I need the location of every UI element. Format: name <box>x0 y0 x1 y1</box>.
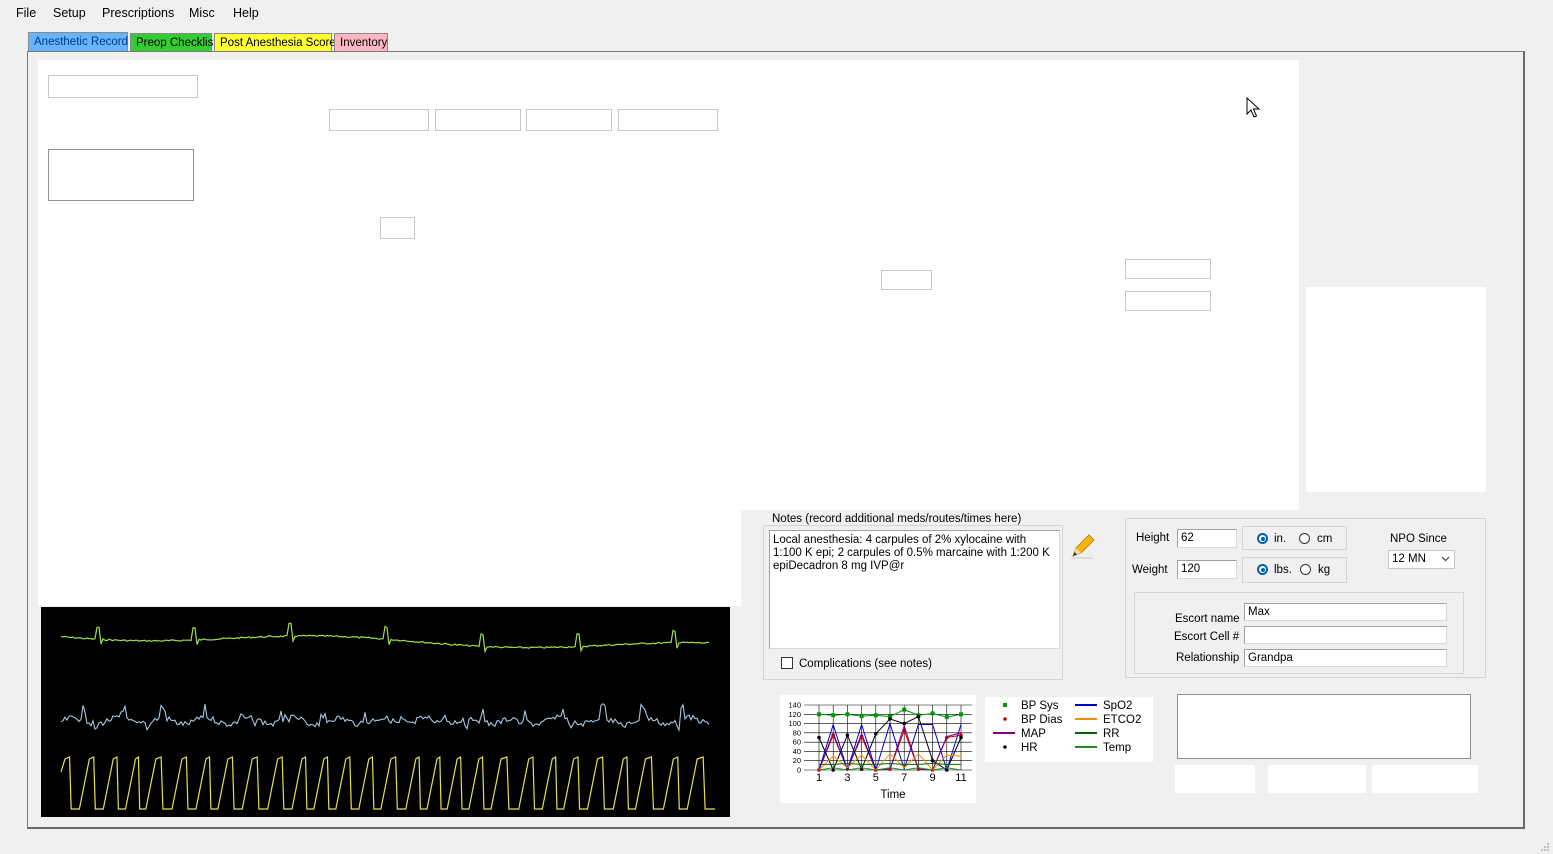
legend-label-map: MAP <box>1021 728 1046 740</box>
legend-label-etco2: ETCO2 <box>1103 714 1141 726</box>
resize-grip-icon[interactable] <box>1540 842 1550 852</box>
escort-name-label: Escort name <box>1175 613 1240 625</box>
point-hr <box>888 717 892 721</box>
chart-legend-items: BP Sys BP Dias MAP HR SpO2 ETCO2 RR Temp <box>993 700 1141 754</box>
legend-label-bp-dias: BP Dias <box>1021 714 1063 726</box>
monitor-waveforms <box>60 622 716 810</box>
point-hr <box>817 735 821 740</box>
legend-marker-bp-dias <box>1003 717 1007 721</box>
blank-panel <box>1372 765 1478 793</box>
y-tick-label: 40 <box>793 747 801 756</box>
x-tick-label: 3 <box>844 772 850 784</box>
point-hr <box>959 735 963 740</box>
point-hr <box>916 714 921 719</box>
legend-label-spo2: SpO2 <box>1103 700 1132 712</box>
y-tick-label: 80 <box>793 728 801 737</box>
complications-checkbox[interactable] <box>781 657 793 669</box>
y-tick-label: 60 <box>793 738 801 747</box>
y-tick-label: 120 <box>788 710 801 719</box>
blank-field[interactable] <box>1125 259 1211 279</box>
point-bp-sys <box>831 713 836 718</box>
x-tick-label: 7 <box>901 772 907 784</box>
y-tick-label: 0 <box>797 766 801 775</box>
tab-post-anesthesia-score[interactable]: Post Anesthesia Score <box>214 33 336 51</box>
chart-legend: BP Sys BP Dias MAP HR SpO2 ETCO2 RR Temp <box>985 697 1153 762</box>
point-hr <box>930 758 935 763</box>
blank-field[interactable] <box>618 109 718 131</box>
menu-bar: File Setup Prescriptions Misc Help <box>0 0 1553 26</box>
point-bp-sys <box>902 707 907 712</box>
blank-field[interactable] <box>380 217 415 239</box>
legend-marker-bp-sys <box>1003 703 1007 707</box>
vitals-chart-area: 0 20 40 60 80 100 120 140 1 3 5 7 9 11 Time <box>780 695 976 803</box>
menu-help[interactable]: Help <box>233 6 259 20</box>
y-tick-label: 100 <box>788 719 801 728</box>
point-hr <box>902 721 906 726</box>
mouse-cursor-icon <box>1246 97 1261 118</box>
record-canvas-lower <box>38 410 741 606</box>
notes-legend: Notes (record additional meds/routes/tim… <box>770 513 1024 525</box>
tab-anesthetic-record[interactable]: Anesthetic Record <box>28 32 128 52</box>
blank-panel <box>1268 765 1366 793</box>
blank-field[interactable] <box>1125 291 1211 311</box>
capnography-waveform <box>60 755 716 810</box>
menu-setup[interactable]: Setup <box>53 6 86 20</box>
menu-file[interactable]: File <box>16 6 36 20</box>
escort-name-input[interactable]: Max <box>1244 603 1447 621</box>
y-tick-label: 140 <box>788 701 801 710</box>
point-hr <box>874 731 878 736</box>
x-tick-label: 11 <box>955 772 966 784</box>
escort-cell-label: Escort Cell # <box>1174 631 1240 643</box>
legend-label-temp: Temp <box>1103 742 1131 754</box>
x-axis-label: Time <box>880 789 905 801</box>
point-bp-sys <box>845 712 850 717</box>
pleth-waveform <box>60 702 710 733</box>
point-bp-sys <box>959 712 963 717</box>
blank-field[interactable] <box>435 109 521 131</box>
point-hr <box>831 768 835 772</box>
point-hr <box>845 733 850 737</box>
x-tick-label: 1 <box>816 772 822 784</box>
notes-text: Local anesthesia: 4 carpules of 2% xyloc… <box>773 534 1050 572</box>
legend-marker-hr <box>1003 745 1007 749</box>
blank-field[interactable] <box>1177 694 1471 759</box>
monitor-display <box>41 607 730 817</box>
blank-field[interactable] <box>48 149 194 201</box>
menu-prescriptions[interactable]: Prescriptions <box>102 6 174 20</box>
legend-label-rr: RR <box>1103 728 1120 740</box>
legend-label-bp-sys: BP Sys <box>1021 700 1059 712</box>
record-canvas-right <box>741 410 1299 510</box>
tab-inventory[interactable]: Inventory <box>334 33 388 51</box>
tab-preop-checklist[interactable]: Preop Checklist <box>130 33 217 51</box>
point-bp-sys <box>873 713 878 718</box>
relationship-label: Relationship <box>1176 652 1240 664</box>
x-tick-label: 9 <box>930 772 936 784</box>
point-bp-sys <box>817 712 821 717</box>
notes-textarea[interactable]: Local anesthesia: 4 carpules of 2% xyloc… <box>769 530 1060 649</box>
escort-cell-input[interactable] <box>1244 626 1447 644</box>
menu-misc[interactable]: Misc <box>189 6 215 20</box>
vitals-chart: 020406080100120140 1 3 5 7 9 11 Time <box>788 701 972 801</box>
complications-label: Complications (see notes) <box>799 658 932 670</box>
pencil-icon[interactable] <box>1068 533 1096 561</box>
blank-field[interactable] <box>526 109 612 131</box>
relationship-input[interactable]: Grandpa <box>1244 649 1447 667</box>
blank-field[interactable] <box>329 109 429 131</box>
side-panel <box>1306 287 1486 492</box>
blank-field[interactable] <box>881 270 932 290</box>
point-bp-sys <box>944 715 949 720</box>
x-tick-label: 5 <box>873 772 879 784</box>
point-bp-sys <box>859 714 864 719</box>
legend-label-hr: HR <box>1021 742 1038 754</box>
blank-field[interactable] <box>48 75 198 98</box>
point-bp-sys <box>930 711 935 716</box>
y-tick-label: 20 <box>793 756 801 765</box>
blank-panel <box>1175 765 1255 793</box>
ecg-waveform <box>60 622 710 654</box>
